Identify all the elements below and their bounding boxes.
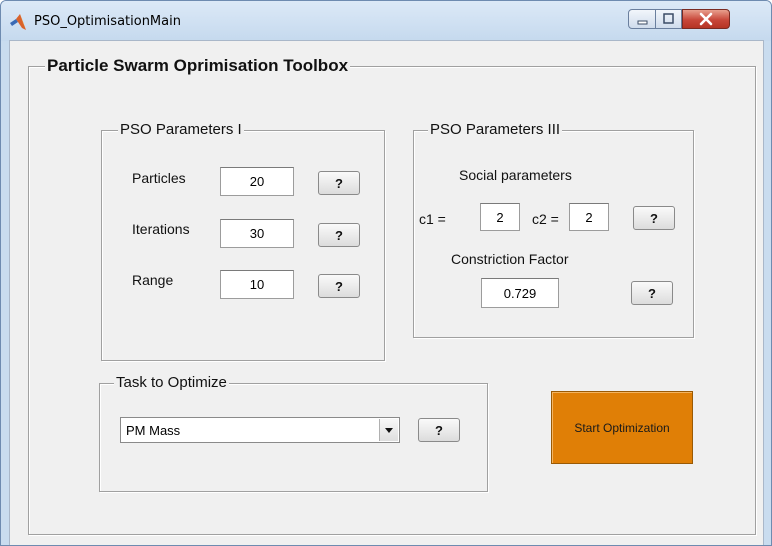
- main-panel: Particle Swarm Oprimisation Toolbox PSO …: [28, 56, 756, 535]
- constriction-factor-input[interactable]: 0.729: [481, 278, 559, 308]
- iterations-label: Iterations: [132, 221, 190, 237]
- range-input[interactable]: 10: [220, 270, 294, 299]
- social-parameters-label: Social parameters: [459, 167, 572, 183]
- particles-label: Particles: [132, 170, 186, 186]
- pso-parameters-3-title: PSO Parameters III: [428, 120, 563, 140]
- particles-help-button[interactable]: ?: [318, 171, 360, 195]
- pso-parameters-1-title: PSO Parameters I: [118, 120, 244, 140]
- iterations-input[interactable]: 30: [220, 219, 294, 248]
- main-panel-title: Particle Swarm Oprimisation Toolbox: [45, 56, 351, 76]
- range-label: Range: [132, 272, 174, 288]
- iterations-help-button[interactable]: ?: [318, 223, 360, 247]
- matlab-logo-icon: [10, 14, 26, 30]
- c1-label: c1 =: [419, 211, 446, 227]
- maximize-icon: [663, 13, 674, 24]
- task-help-button[interactable]: ?: [418, 418, 460, 442]
- minimize-icon: [637, 20, 648, 25]
- constriction-factor-label: Constriction Factor: [451, 251, 569, 267]
- c1-input[interactable]: 2: [480, 203, 520, 231]
- constriction-factor-help-button[interactable]: ?: [631, 281, 673, 305]
- particles-input[interactable]: 20: [220, 167, 294, 196]
- title-bar[interactable]: PSO_OptimisationMain: [1, 1, 771, 41]
- task-select[interactable]: PM Mass: [120, 417, 400, 443]
- range-help-button[interactable]: ?: [318, 274, 360, 298]
- c2-input[interactable]: 2: [569, 203, 609, 231]
- task-panel-title: Task to Optimize: [114, 373, 229, 393]
- window-title: PSO_OptimisationMain: [34, 14, 181, 29]
- pso-parameters-1-panel: PSO Parameters I Particles 20 ? Iteratio…: [101, 120, 385, 361]
- maximize-button[interactable]: [656, 9, 682, 29]
- task-select-arrow[interactable]: [379, 419, 398, 441]
- app-window: PSO_OptimisationMain Particle Swarm Opri…: [0, 0, 772, 546]
- task-panel: Task to Optimize PM Mass ?: [99, 373, 488, 492]
- task-select-value: PM Mass: [126, 423, 181, 438]
- chevron-down-icon: [385, 428, 393, 433]
- social-parameters-help-button[interactable]: ?: [633, 206, 675, 230]
- client-area: Particle Swarm Oprimisation Toolbox PSO …: [9, 40, 764, 545]
- minimize-button[interactable]: [628, 9, 656, 29]
- c2-label: c2 =: [532, 211, 559, 227]
- close-button[interactable]: [682, 9, 730, 29]
- start-optimization-button[interactable]: Start Optimization: [551, 391, 693, 464]
- pso-parameters-3-panel: PSO Parameters III Social parameters c1 …: [413, 120, 694, 338]
- close-icon: [699, 12, 713, 26]
